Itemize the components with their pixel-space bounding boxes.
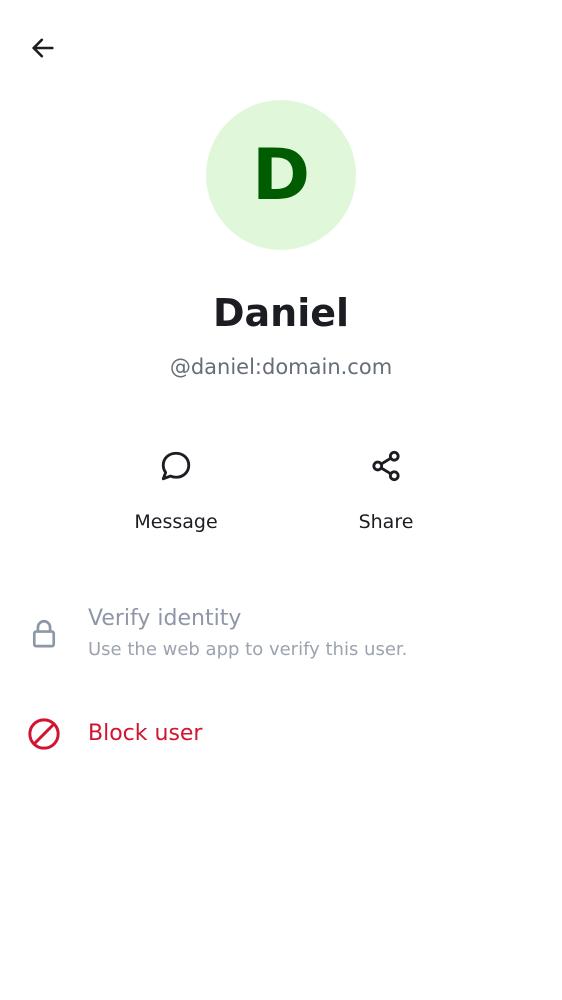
lock-icon — [24, 614, 64, 654]
chat-bubble-icon — [156, 446, 196, 486]
verify-identity-title: Verify identity — [88, 606, 242, 631]
verify-identity-subtitle: Use the web app to verify this user. — [88, 639, 408, 660]
message-button[interactable]: Message — [96, 440, 256, 550]
share-icon — [366, 446, 406, 486]
message-label: Message — [134, 511, 218, 533]
share-button[interactable]: Share — [306, 440, 466, 550]
block-user-title: Block user — [88, 721, 203, 746]
display-name: Daniel — [212, 291, 350, 335]
block-icon — [24, 714, 64, 754]
share-label: Share — [358, 511, 414, 533]
avatar-letter: D — [251, 134, 311, 216]
back-button[interactable] — [19, 26, 67, 74]
avatar: D — [206, 100, 356, 250]
user-id: @daniel:domain.com — [169, 355, 393, 379]
block-user-item[interactable]: Block user — [0, 706, 562, 762]
verify-identity-item[interactable]: Verify identity Use the web app to verif… — [0, 596, 562, 676]
arrow-left-icon — [29, 34, 57, 67]
